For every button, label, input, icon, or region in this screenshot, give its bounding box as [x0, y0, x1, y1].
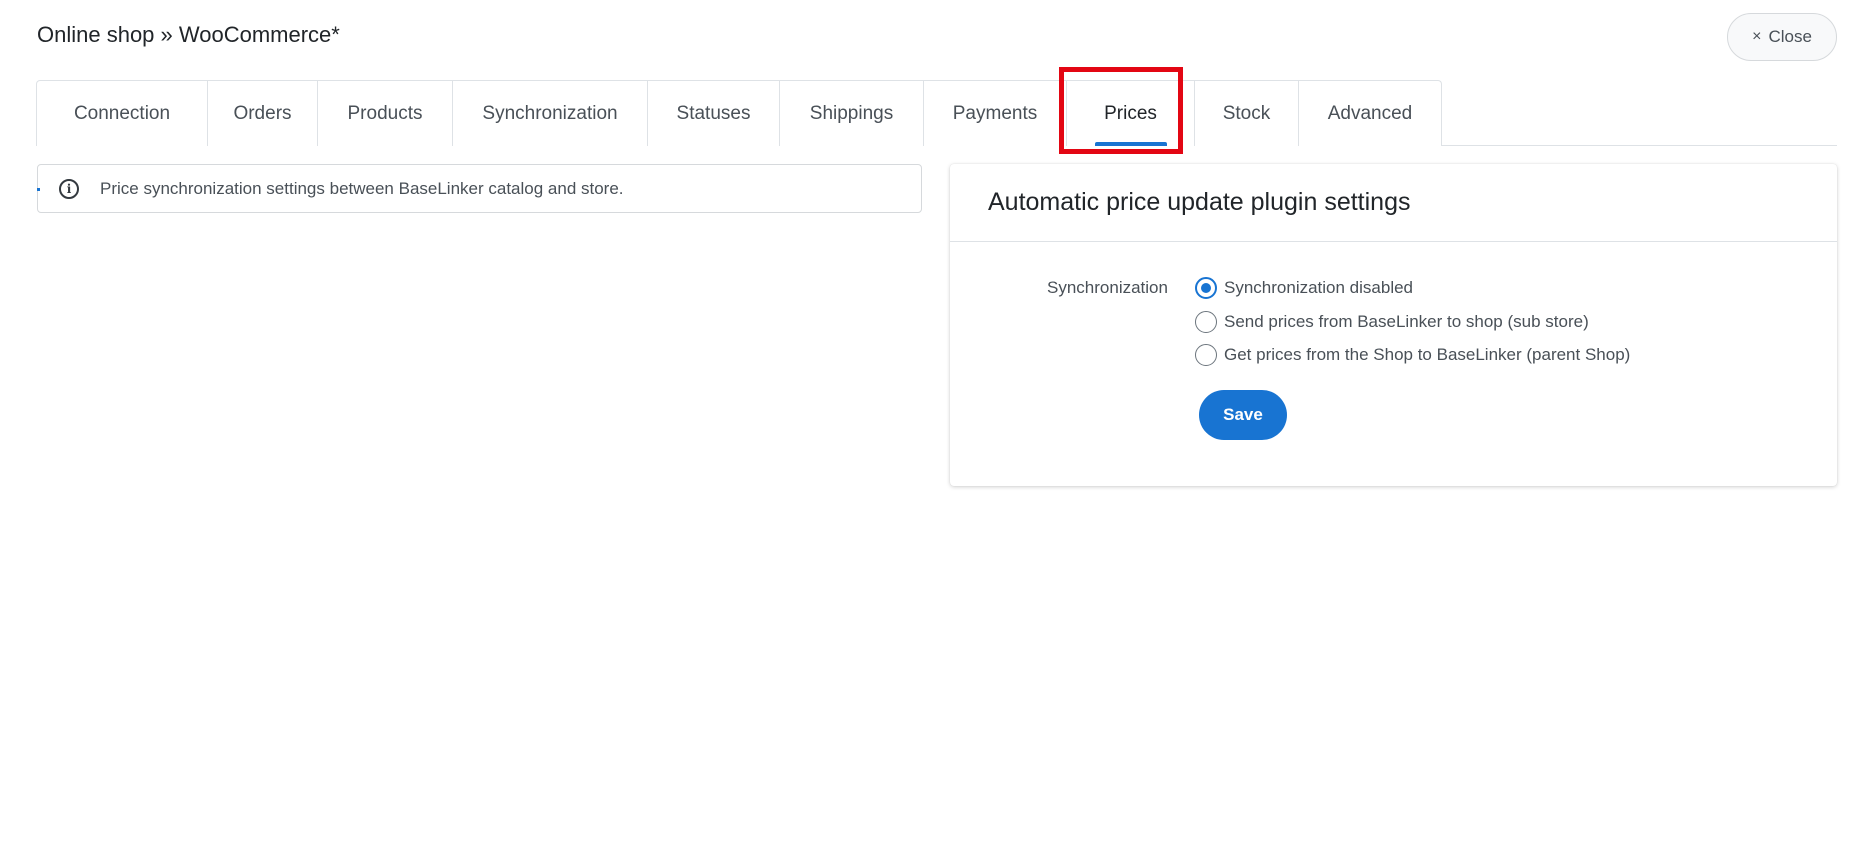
radio-label[interactable]: Get prices from the Shop to BaseLinker (… [1224, 345, 1630, 365]
tab-payments[interactable]: Payments [924, 81, 1067, 146]
save-button[interactable]: Save [1199, 390, 1287, 440]
tab-label: Advanced [1327, 102, 1413, 124]
radio-button[interactable] [1195, 310, 1217, 333]
info-alert: i Price synchronization settings between… [37, 164, 922, 213]
tab-label: Synchronization [482, 102, 618, 124]
tab-orders[interactable]: Orders [208, 81, 318, 146]
tab-label: Shippings [809, 102, 894, 124]
tab-connection[interactable]: Connection [37, 81, 208, 146]
close-button-label: Close [1768, 27, 1812, 46]
card-header: Automatic price update plugin settings [950, 164, 1837, 242]
alert-accent [37, 188, 40, 191]
tab-prices[interactable]: Prices [1067, 81, 1195, 146]
price-settings-card: Automatic price update plugin settings S… [950, 164, 1837, 486]
info-icon: i [59, 178, 79, 199]
radio-button[interactable] [1195, 344, 1217, 366]
radio-dot [1201, 283, 1211, 293]
card-title: Automatic price update plugin settings [988, 188, 1411, 216]
tab-label: Statuses [676, 102, 751, 124]
tab-shippings[interactable]: Shippings [780, 81, 924, 146]
tab-label: Payments [952, 102, 1038, 124]
synchronization-label: Synchronization [1047, 278, 1168, 297]
active-tab-indicator [1094, 142, 1167, 146]
tab-bar: Connection Orders Products Synchronizati… [36, 80, 1442, 146]
tab-label: Prices [1104, 102, 1157, 124]
info-text: Price synchronization settings between B… [100, 178, 624, 198]
radio-option-get-prices[interactable]: Get prices from the Shop to BaseLinker (… [1195, 343, 1630, 367]
radio-label[interactable]: Synchronization disabled [1224, 278, 1413, 298]
tab-label: Products [347, 102, 423, 124]
tab-statuses[interactable]: Statuses [648, 81, 780, 146]
page-title: Online shop » WooCommerce* [37, 22, 340, 47]
close-button[interactable]: × Close [1727, 13, 1837, 61]
tab-advanced[interactable]: Advanced [1299, 81, 1441, 146]
radio-option-send-prices[interactable]: Send prices from BaseLinker to shop (sub… [1195, 310, 1630, 334]
tab-stock[interactable]: Stock [1195, 81, 1299, 146]
radio-label[interactable]: Send prices from BaseLinker to shop (sub… [1224, 312, 1589, 332]
radio-option-disabled[interactable]: Synchronization disabled [1195, 276, 1630, 300]
synchronization-radio-group: Synchronization disabled Send prices fro… [1195, 276, 1630, 377]
radio-button[interactable] [1195, 277, 1217, 299]
tab-label: Stock [1222, 102, 1271, 124]
tab-products[interactable]: Products [318, 81, 453, 146]
tab-label: Connection [73, 102, 171, 124]
tab-label: Orders [233, 102, 292, 124]
tab-synchronization[interactable]: Synchronization [453, 81, 648, 146]
close-icon: × [1752, 28, 1762, 45]
